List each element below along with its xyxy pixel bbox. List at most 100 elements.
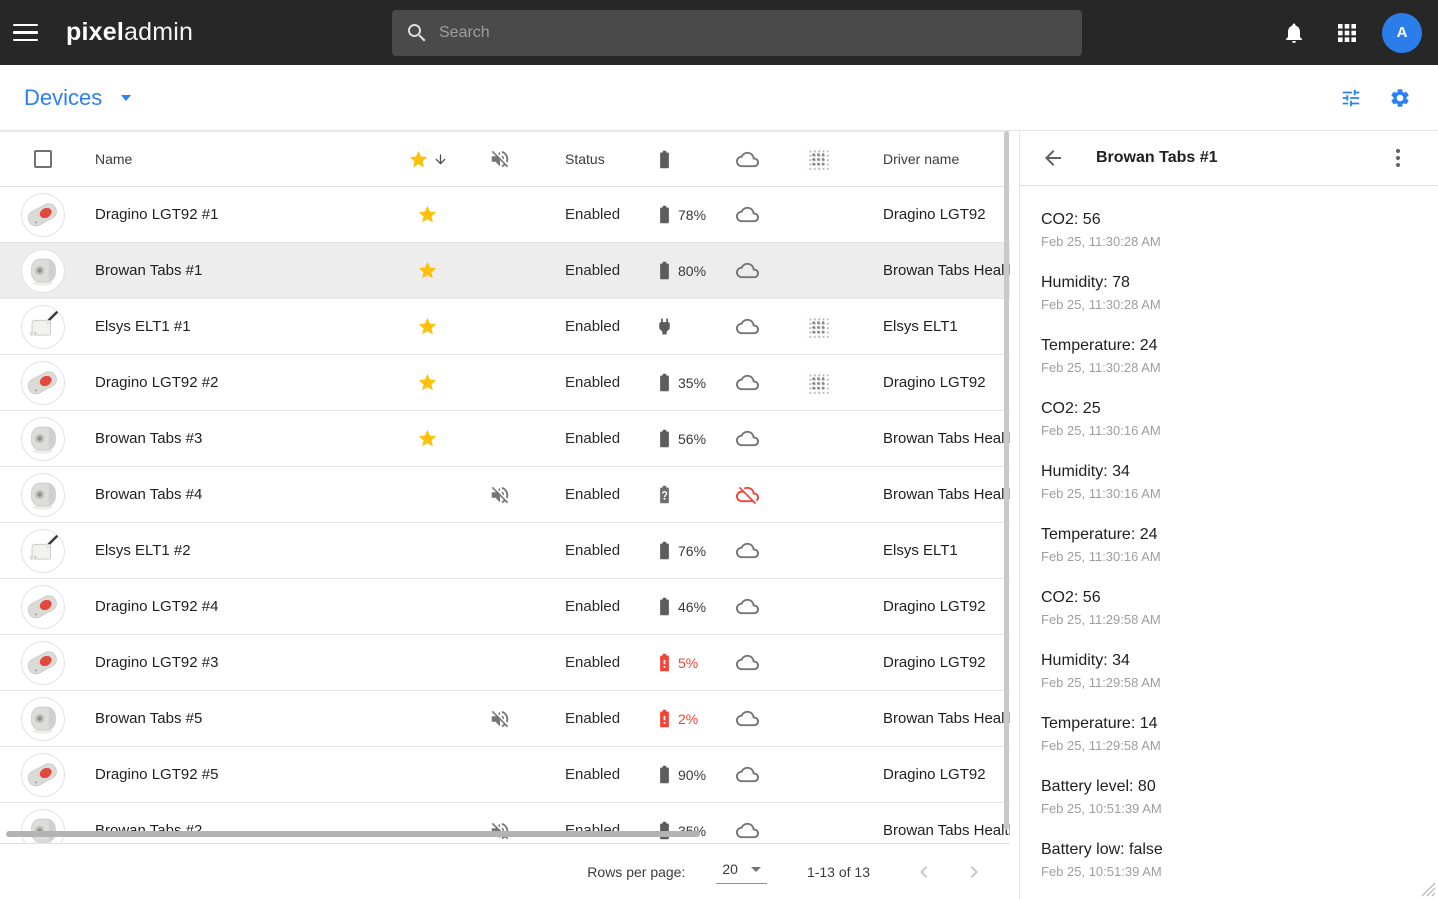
- rows-per-page-select[interactable]: 20: [716, 859, 767, 884]
- reading-timestamp: Feb 25, 11:30:28 AM: [1041, 295, 1418, 314]
- reading-timestamp: Feb 25, 11:29:58 AM: [1041, 673, 1418, 692]
- more-options-kebab-icon[interactable]: [1386, 146, 1410, 170]
- resize-grip-icon[interactable]: [1415, 876, 1437, 898]
- reading-item: Humidity: 78 Feb 25, 11:30:28 AM: [1041, 272, 1418, 314]
- driver-name: Dragino LGT92: [855, 206, 1010, 223]
- table-row[interactable]: Dragino LGT92 #3 Enabled 5% D: [0, 635, 1010, 691]
- cloud-icon: [736, 203, 759, 226]
- column-header-muted[interactable]: [455, 148, 545, 170]
- caret-down-icon: [121, 95, 131, 101]
- favorite-star-icon[interactable]: [417, 316, 438, 337]
- user-avatar[interactable]: A: [1382, 13, 1422, 53]
- reading-label: Temperature: 24: [1041, 524, 1418, 545]
- reading-timestamp: Feb 25, 10:51:39 AM: [1041, 862, 1418, 881]
- table-row[interactable]: Dragino LGT92 #4 Enabled 46%: [0, 579, 1010, 635]
- table-row[interactable]: Browan Tabs #1 Enabled 80% Br: [0, 243, 1010, 299]
- device-avatar: [21, 473, 65, 517]
- table-rows: Dragino LGT92 #1 Enabled 78%: [0, 187, 1010, 843]
- device-name: Browan Tabs #3: [95, 430, 400, 447]
- device-status: Enabled: [545, 710, 640, 727]
- table-row[interactable]: Dragino LGT92 #1 Enabled 78%: [0, 187, 1010, 243]
- horizontal-scrollbar[interactable]: [6, 831, 700, 837]
- reading-item: Temperature: 24 Feb 25, 11:30:16 AM: [1041, 524, 1418, 566]
- menu-icon[interactable]: [13, 20, 39, 46]
- device-status: Enabled: [545, 654, 640, 671]
- device-status: Enabled: [545, 486, 640, 503]
- driver-name: Dragino LGT92: [855, 654, 1010, 671]
- battery-unknown-icon: [654, 484, 675, 505]
- table-row[interactable]: Dragino LGT92 #5 Enabled 90%: [0, 747, 1010, 803]
- rows-per-page-value: 20: [722, 861, 738, 877]
- favorite-star-icon[interactable]: [417, 260, 438, 281]
- driver-name: Elsys ELT1: [855, 542, 1010, 559]
- browan-device-image: [22, 810, 64, 844]
- favorite-star-icon: [408, 149, 429, 170]
- pagination-bar: Rows per page: 20 1-13 of 13: [0, 843, 1010, 899]
- table-row[interactable]: Browan Tabs #4 Enabled Browa: [0, 467, 1010, 523]
- column-header-status[interactable]: Status: [545, 151, 640, 167]
- cloud-icon: [736, 259, 759, 282]
- next-page-chevron-icon[interactable]: [962, 860, 986, 884]
- device-name: Elsys ELT1 #2: [95, 542, 400, 559]
- device-name: Dragino LGT92 #1: [95, 206, 400, 223]
- favorite-star-icon[interactable]: [417, 372, 438, 393]
- notifications-bell-icon[interactable]: [1282, 21, 1306, 45]
- dragino-device-image: [22, 586, 64, 628]
- table-row[interactable]: Browan Tabs #2 Enabled 35% Br: [0, 803, 1010, 843]
- table-header: Name Status Driver name: [0, 131, 1010, 187]
- reading-item: CO2: 56 Feb 25, 11:29:58 AM: [1041, 587, 1418, 629]
- app-logo: pixeladmin: [66, 18, 193, 47]
- table-row[interactable]: Elsys ELT1 #2 Enabled 76% Els: [0, 523, 1010, 579]
- column-header-driver[interactable]: Driver name: [855, 151, 1010, 167]
- page-title-dropdown[interactable]: Devices: [24, 85, 131, 111]
- sort-arrow-down-icon: [433, 152, 448, 167]
- search-input[interactable]: [429, 10, 1082, 56]
- browan-device-image: [22, 474, 64, 516]
- column-header-name[interactable]: Name: [95, 151, 400, 167]
- filter-tune-icon[interactable]: [1340, 87, 1362, 109]
- reading-timestamp: Feb 25, 11:29:58 AM: [1041, 610, 1418, 629]
- previous-page-chevron-icon[interactable]: [912, 860, 936, 884]
- volume-off-icon: [489, 708, 511, 730]
- battery-icon: [654, 764, 675, 785]
- battery-icon: [654, 372, 675, 393]
- apps-grid-icon[interactable]: [1335, 21, 1359, 45]
- volume-off-icon: [489, 484, 511, 506]
- battery-percent: 46%: [678, 599, 706, 615]
- cloud-icon: [736, 707, 759, 730]
- favorite-star-icon[interactable]: [417, 428, 438, 449]
- favorite-star-icon[interactable]: [417, 204, 438, 225]
- logo-light: admin: [124, 18, 193, 46]
- device-avatar: [21, 585, 65, 629]
- table-row[interactable]: Browan Tabs #5 Enabled 2% Bro: [0, 691, 1010, 747]
- device-name: Dragino LGT92 #4: [95, 598, 400, 615]
- reading-timestamp: Feb 25, 10:51:39 AM: [1041, 799, 1418, 818]
- device-avatar: [21, 305, 65, 349]
- cloud-icon: [736, 427, 759, 450]
- cloud-off-icon: [736, 483, 759, 506]
- panel-title: Browan Tabs #1: [1096, 149, 1218, 167]
- pagination-range: 1-13 of 13: [807, 864, 870, 880]
- reading-item: Humidity: 34 Feb 25, 11:30:16 AM: [1041, 461, 1418, 503]
- device-status: Enabled: [545, 766, 640, 783]
- column-header-cloud[interactable]: [715, 148, 780, 171]
- device-avatar: [21, 529, 65, 573]
- vertical-scrollbar[interactable]: [1004, 131, 1009, 830]
- column-header-grid[interactable]: [780, 148, 855, 170]
- settings-gear-icon[interactable]: [1389, 87, 1411, 109]
- column-header-battery[interactable]: [640, 149, 715, 170]
- reading-item: CO2: 56 Feb 25, 11:30:28 AM: [1041, 209, 1418, 251]
- select-all-checkbox[interactable]: [34, 150, 52, 168]
- table-row[interactable]: Browan Tabs #3 Enabled 56% Br: [0, 411, 1010, 467]
- reading-label: CO2: 56: [1041, 587, 1418, 608]
- search-icon: [405, 21, 429, 45]
- back-arrow-icon[interactable]: [1041, 146, 1065, 170]
- reading-timestamp: Feb 25, 11:29:58 AM: [1041, 736, 1418, 755]
- table-row[interactable]: Dragino LGT92 #2 Enabled 35%: [0, 355, 1010, 411]
- device-avatar: [21, 697, 65, 741]
- reading-timestamp: Feb 25, 11:30:16 AM: [1041, 421, 1418, 440]
- global-search: [392, 10, 1082, 56]
- table-row[interactable]: Elsys ELT1 #1 Enabled Elsys: [0, 299, 1010, 355]
- battery-icon: [654, 540, 675, 561]
- column-header-favorite[interactable]: [400, 149, 455, 170]
